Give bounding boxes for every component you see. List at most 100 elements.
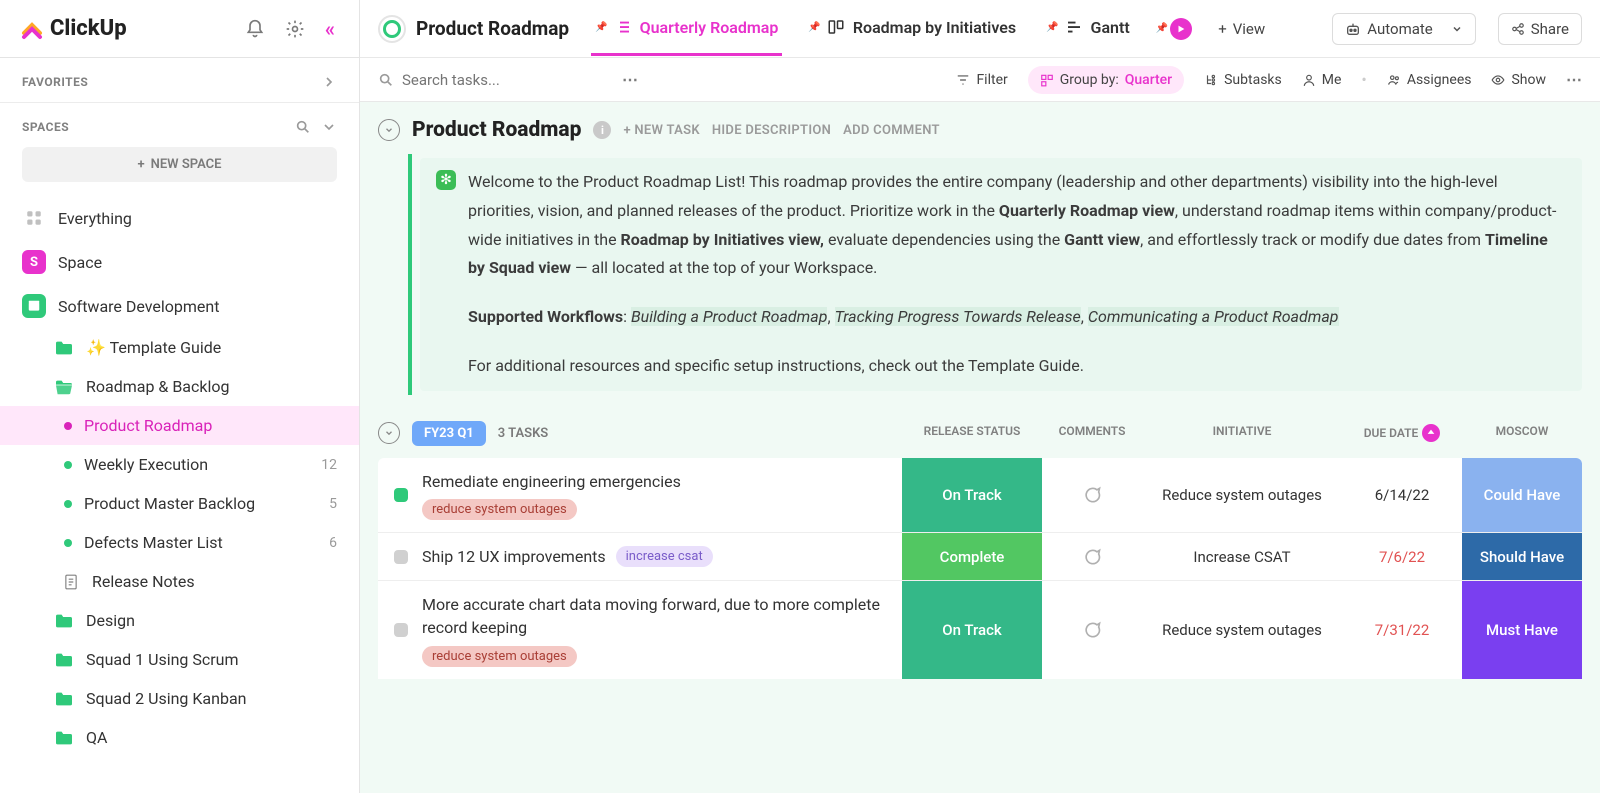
cell-comments[interactable] (1042, 458, 1142, 532)
cell-comments[interactable] (1042, 533, 1142, 580)
cell-release-status[interactable]: Complete (902, 533, 1042, 580)
cell-due-date[interactable]: 7/6/22 (1342, 533, 1462, 580)
tab-gantt[interactable]: 📌 Gantt (1042, 2, 1134, 56)
assignees-button[interactable]: Assignees (1387, 72, 1472, 88)
sidebar-item-label: Software Development (58, 297, 337, 316)
app-logo[interactable]: ClickUp (20, 16, 127, 41)
info-icon[interactable]: i (593, 121, 611, 139)
cell-moscow[interactable]: Could Have (1462, 458, 1582, 532)
new-space-button[interactable]: + NEW SPACE (22, 147, 337, 182)
eye-icon (1491, 73, 1505, 87)
cell-due-date[interactable]: 6/14/22 (1342, 458, 1462, 532)
quarter-badge[interactable]: FY23 Q1 (412, 421, 486, 446)
search-box[interactable] (378, 71, 602, 89)
sidebar-list-product-roadmap[interactable]: Product Roadmap (0, 406, 359, 445)
task-tag[interactable]: reduce system outages (422, 646, 577, 667)
space-avatar: S (22, 250, 46, 274)
task-status-square[interactable] (394, 550, 408, 564)
collapse-sidebar-icon[interactable]: « (321, 13, 339, 45)
task-row[interactable]: Ship 12 UX improvementsincrease csatComp… (378, 533, 1582, 581)
item-count: 12 (321, 457, 337, 473)
new-task-button[interactable]: + NEW TASK (623, 123, 699, 138)
current-folder-title[interactable]: Product Roadmap (378, 15, 569, 43)
sidebar-list-weekly-execution[interactable]: Weekly Execution 12 (0, 445, 359, 484)
hide-description-button[interactable]: HIDE DESCRIPTION (712, 123, 831, 138)
chevron-down-icon[interactable] (321, 119, 337, 135)
sidebar-item-label: Roadmap & Backlog (86, 377, 337, 396)
notifications-icon[interactable] (241, 15, 269, 43)
automate-label: Automate (1367, 20, 1432, 38)
sidebar-list-master-backlog[interactable]: Product Master Backlog 5 (0, 484, 359, 523)
cell-moscow[interactable]: Must Have (1462, 581, 1582, 678)
col-initiative[interactable]: INITIATIVE (1142, 424, 1342, 442)
sidebar-item-everything[interactable]: Everything (0, 196, 359, 240)
add-view-button[interactable]: + View (1214, 14, 1269, 44)
filter-button[interactable]: Filter (956, 72, 1007, 88)
sidebar-doc-release-notes[interactable]: Release Notes (0, 562, 359, 601)
tab-roadmap-initiatives[interactable]: 📌 Roadmap by Initiatives (804, 2, 1020, 56)
cell-due-date[interactable]: 7/31/22 (1342, 581, 1462, 678)
doc-icon (64, 574, 80, 590)
pin-icon: 📌 (595, 22, 607, 33)
share-button[interactable]: Share (1498, 13, 1582, 45)
cell-initiative[interactable]: Reduce system outages (1142, 581, 1342, 678)
note-icon: ✻ (436, 170, 456, 190)
task-row[interactable]: Remediate engineering emergenciesreduce … (378, 458, 1582, 533)
sidebar-folder-qa[interactable]: QA (0, 718, 359, 757)
filter-label: Filter (976, 72, 1007, 88)
pin-icon: 📌 (1156, 23, 1168, 34)
description-text[interactable]: Welcome to the Product Roadmap List! Thi… (468, 168, 1566, 381)
col-release-status[interactable]: RELEASE STATUS (902, 424, 1042, 442)
cell-comments[interactable] (1042, 581, 1142, 678)
me-button[interactable]: Me (1302, 72, 1342, 88)
group-by-button[interactable]: Group by: Quarter (1028, 66, 1184, 94)
sidebar-item-software-dev[interactable]: Software Development (0, 284, 359, 328)
col-due-date[interactable]: DUE DATE (1342, 424, 1462, 442)
comment-icon (1082, 620, 1102, 640)
col-moscow[interactable]: MOSCOW (1462, 424, 1582, 442)
more-icon[interactable]: ⋯ (622, 70, 638, 89)
spaces-header[interactable]: SPACES (0, 103, 359, 147)
more-icon[interactable]: ⋯ (1566, 70, 1582, 89)
task-tag[interactable]: increase csat (616, 546, 713, 567)
favorites-header[interactable]: FAVORITES (0, 58, 359, 102)
cell-release-status[interactable]: On Track (902, 581, 1042, 678)
assignees-label: Assignees (1407, 72, 1472, 88)
tab-quarterly-roadmap[interactable]: 📌 Quarterly Roadmap (591, 2, 782, 56)
cell-initiative[interactable]: Increase CSAT (1142, 533, 1342, 580)
task-row[interactable]: More accurate chart data moving forward,… (378, 581, 1582, 678)
show-button[interactable]: Show (1491, 72, 1546, 88)
sidebar-folder-squad1[interactable]: Squad 1 Using Scrum (0, 640, 359, 679)
person-icon (1302, 73, 1316, 87)
sidebar-item-label: Squad 2 Using Kanban (86, 689, 337, 708)
subtasks-button[interactable]: Subtasks (1204, 72, 1282, 88)
task-tag[interactable]: reduce system outages (422, 499, 577, 520)
sidebar-folder-design[interactable]: Design (0, 601, 359, 640)
cell-release-status[interactable]: On Track (902, 458, 1042, 532)
cell-initiative[interactable]: Reduce system outages (1142, 458, 1342, 532)
automate-button[interactable]: Automate (1332, 13, 1475, 45)
pin-icon: 📌 (808, 22, 820, 33)
sidebar-item-label: Design (86, 611, 337, 630)
search-input[interactable] (402, 71, 602, 89)
add-comment-button[interactable]: ADD COMMENT (843, 123, 940, 138)
sidebar: ClickUp « FAVORITES SPACES + NEW SPACE (0, 0, 360, 793)
item-count: 6 (329, 535, 337, 551)
list-status-dot (64, 461, 72, 469)
group-icon (1040, 73, 1054, 87)
search-icon[interactable] (295, 119, 311, 135)
sidebar-list-defects[interactable]: Defects Master List 6 (0, 523, 359, 562)
sidebar-item-space[interactable]: S Space (0, 240, 359, 284)
list-view-icon (614, 18, 632, 36)
task-status-square[interactable] (394, 488, 408, 502)
sidebar-folder-template-guide[interactable]: ✨ Template Guide (0, 328, 359, 367)
sidebar-folder-roadmap-backlog[interactable]: Roadmap & Backlog ⋯ + (0, 367, 359, 406)
collapse-group-icon[interactable] (378, 422, 400, 444)
sidebar-folder-squad2[interactable]: Squad 2 Using Kanban (0, 679, 359, 718)
cell-moscow[interactable]: Should Have (1462, 533, 1582, 580)
col-comments[interactable]: COMMENTS (1042, 424, 1142, 442)
settings-icon[interactable] (281, 15, 309, 43)
hidden-view-indicator[interactable]: 📌 (1156, 18, 1192, 40)
collapse-list-icon[interactable] (378, 119, 400, 141)
task-status-square[interactable] (394, 623, 408, 637)
